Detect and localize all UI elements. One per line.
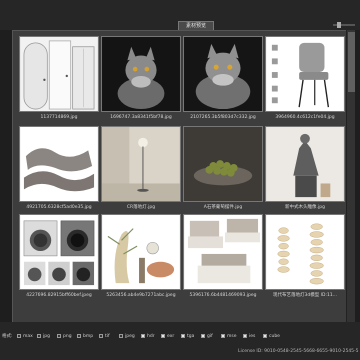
scrollbar-thumb[interactable] bbox=[348, 32, 355, 92]
checkbox-icon[interactable] bbox=[201, 334, 205, 338]
filter-tga[interactable]: tga bbox=[181, 332, 194, 340]
thumbnail-caption: CR落地灯.jpg bbox=[126, 205, 156, 210]
thumbnail-image-grapes[interactable] bbox=[183, 126, 263, 202]
left-panel-edge bbox=[0, 30, 12, 322]
filter-jpg[interactable]: jpg bbox=[37, 332, 50, 340]
filter-png[interactable]: png bbox=[57, 332, 72, 340]
filter-gif[interactable]: gif bbox=[201, 332, 213, 340]
checkbox-icon[interactable] bbox=[57, 334, 61, 338]
thumbnail-card[interactable]: 新中式木头雕像.jpg bbox=[265, 126, 345, 214]
checkbox-icon[interactable] bbox=[77, 334, 81, 338]
thumbnail-image-cat[interactable] bbox=[183, 36, 263, 112]
zoom-slider[interactable] bbox=[333, 22, 355, 28]
checkbox-icon[interactable] bbox=[243, 334, 247, 338]
filter-exr[interactable]: exr bbox=[161, 332, 174, 340]
thumbnail-caption: 2107265.3b5f803d7c332.jpg bbox=[190, 115, 256, 120]
thumbnail-caption: 5263456.ab4e9b7271abc.jpeg bbox=[106, 293, 176, 298]
thumbnail-card[interactable]: 4227696.82915bff60bef.jpeg bbox=[19, 214, 99, 302]
thumbnail-caption: 1137714869.jpg bbox=[40, 115, 78, 120]
thumbnail-image-sculpture[interactable] bbox=[265, 126, 345, 202]
bottom-bar: 格式: max jpg png bmp tif jpeg hdr exr tga… bbox=[0, 322, 360, 360]
thumbnail-caption: 现代布艺落地灯3d模型 ID:11... bbox=[273, 293, 337, 298]
filter-bmp[interactable]: bmp bbox=[77, 332, 93, 340]
thumbnail-card[interactable]: 4921705.6328cf5ad0e35.jpg bbox=[19, 126, 99, 214]
thumbnail-caption: 4921705.6328cf5ad0e35.jpg bbox=[26, 205, 92, 210]
thumbnail-card[interactable]: 2107265.3b5f803d7c332.jpg bbox=[183, 36, 263, 124]
thumbnail-image-beds[interactable] bbox=[183, 214, 263, 290]
thumbnail-caption: 3964960.4c612c1fe04.jpg bbox=[275, 115, 335, 120]
checkbox-icon[interactable] bbox=[119, 334, 123, 338]
title-bar: 素材预览 bbox=[0, 0, 360, 31]
thumbnail-caption: A石茶葡萄摆件.jpg bbox=[203, 205, 243, 210]
checkbox-icon[interactable] bbox=[37, 334, 41, 338]
thumbnail-card[interactable]: A石茶葡萄摆件.jpg bbox=[183, 126, 263, 214]
checkbox-icon[interactable] bbox=[161, 334, 165, 338]
format-filter-label: 格式: bbox=[2, 334, 13, 339]
thumbnail-card[interactable]: 5263456.ab4e9b7271abc.jpeg bbox=[101, 214, 181, 302]
thumbnail-image-cat[interactable] bbox=[101, 36, 181, 112]
filter-max[interactable]: max bbox=[17, 332, 33, 340]
checkbox-icon[interactable] bbox=[221, 334, 225, 338]
thumbnail-caption: 5396176.6b4481469093.jpeg bbox=[189, 293, 257, 298]
thumbnail-card[interactable]: 1696747.3a8341f5bf78.jpg bbox=[101, 36, 181, 124]
right-panel-edge bbox=[355, 30, 360, 322]
thumbnail-image-washing-machines[interactable] bbox=[19, 214, 99, 290]
thumbnail-grid: 1137714869.jpg 1696747.3a8341f5bf78.jpg bbox=[12, 30, 348, 324]
filter-tif[interactable]: tif bbox=[99, 332, 110, 340]
checkbox-icon[interactable] bbox=[17, 334, 21, 338]
thumbnail-caption: 新中式木头雕像.jpg bbox=[285, 205, 325, 210]
thumbnail-image-floor-lamp[interactable] bbox=[101, 126, 181, 202]
thumbnail-image-decor-vases[interactable] bbox=[101, 214, 181, 290]
thumbnail-image-sofa[interactable] bbox=[19, 126, 99, 202]
thumbnail-card[interactable]: 1137714869.jpg bbox=[19, 36, 99, 124]
filter-jpeg[interactable]: jpeg bbox=[119, 332, 135, 340]
thumbnail-card[interactable]: 5396176.6b4481469093.jpeg bbox=[183, 214, 263, 302]
filter-hdr[interactable]: hdr bbox=[141, 332, 155, 340]
checkbox-icon[interactable] bbox=[141, 334, 145, 338]
thumbnail-card[interactable]: 3964960.4c612c1fe04.jpg bbox=[265, 36, 345, 124]
filter-mse[interactable]: mse bbox=[221, 332, 237, 340]
zoom-slider-thumb[interactable] bbox=[337, 22, 341, 28]
checkbox-icon[interactable] bbox=[181, 334, 185, 338]
thumbnail-card[interactable]: CR落地灯.jpg bbox=[101, 126, 181, 214]
thumbnail-caption: 4227696.82915bff60bef.jpeg bbox=[26, 293, 92, 298]
thumbnail-image-white-doors[interactable] bbox=[19, 36, 99, 112]
filter-cube[interactable]: cube bbox=[263, 332, 280, 340]
checkbox-icon[interactable] bbox=[99, 334, 103, 338]
thumbnail-image-fabric-lamps[interactable] bbox=[265, 214, 345, 290]
thumbnail-caption: 1696747.3a8341f5bf78.jpg bbox=[110, 115, 172, 120]
checkbox-icon[interactable] bbox=[263, 334, 267, 338]
filter-ies[interactable]: ies bbox=[243, 332, 255, 340]
thumbnail-card[interactable]: 现代布艺落地灯3d模型 ID:11... bbox=[265, 214, 345, 302]
thumbnail-image-chairs[interactable] bbox=[265, 36, 345, 112]
license-id: License ID: 9010-0548-2545-5668-6655-901… bbox=[238, 349, 359, 354]
format-filters: max jpg png bmp tif jpeg hdr exr tga gif… bbox=[15, 332, 360, 340]
